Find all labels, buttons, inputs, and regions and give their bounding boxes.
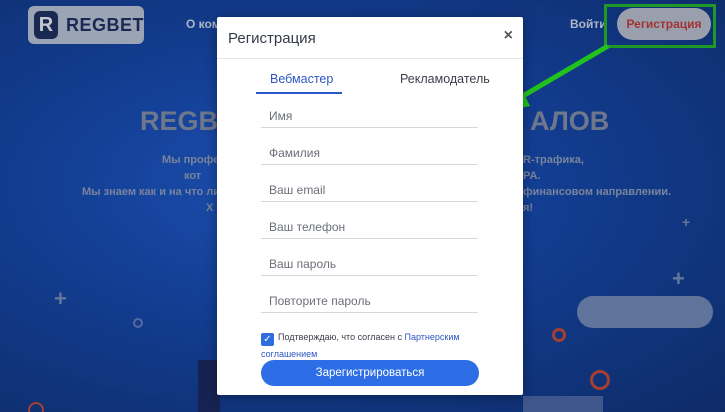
submit-register-button[interactable]: Зарегистрироваться — [261, 360, 479, 386]
password-input[interactable] — [261, 252, 478, 275]
name-input[interactable] — [261, 104, 478, 127]
password-repeat-input[interactable] — [261, 289, 478, 312]
phone-field — [261, 215, 478, 239]
email-input[interactable] — [261, 178, 478, 201]
check-icon: ✓ — [263, 334, 272, 345]
tab-advertiser[interactable]: Рекламодатель — [400, 72, 490, 86]
close-icon[interactable]: × — [504, 27, 513, 45]
surname-input[interactable] — [261, 141, 478, 164]
modal-header: Регистрация × — [217, 17, 523, 59]
agreement-text: Подтверждаю, что согласен с — [278, 332, 405, 342]
tab-webmaster[interactable]: Вебмастер — [270, 72, 333, 86]
registration-modal: Регистрация × Вебмастер Рекламодатель ✓ П… — [217, 17, 523, 395]
name-field — [261, 104, 478, 128]
surname-field — [261, 141, 478, 165]
password-field — [261, 252, 478, 276]
password-repeat-field — [261, 289, 478, 313]
phone-input[interactable] — [261, 215, 478, 238]
agreement-row: ✓ Подтверждаю, что согласен с Партнерским… — [261, 329, 491, 363]
active-tab-indicator — [256, 92, 342, 94]
modal-title: Регистрация — [228, 30, 316, 47]
agreement-checkbox[interactable]: ✓ — [261, 333, 274, 346]
email-field — [261, 178, 478, 202]
